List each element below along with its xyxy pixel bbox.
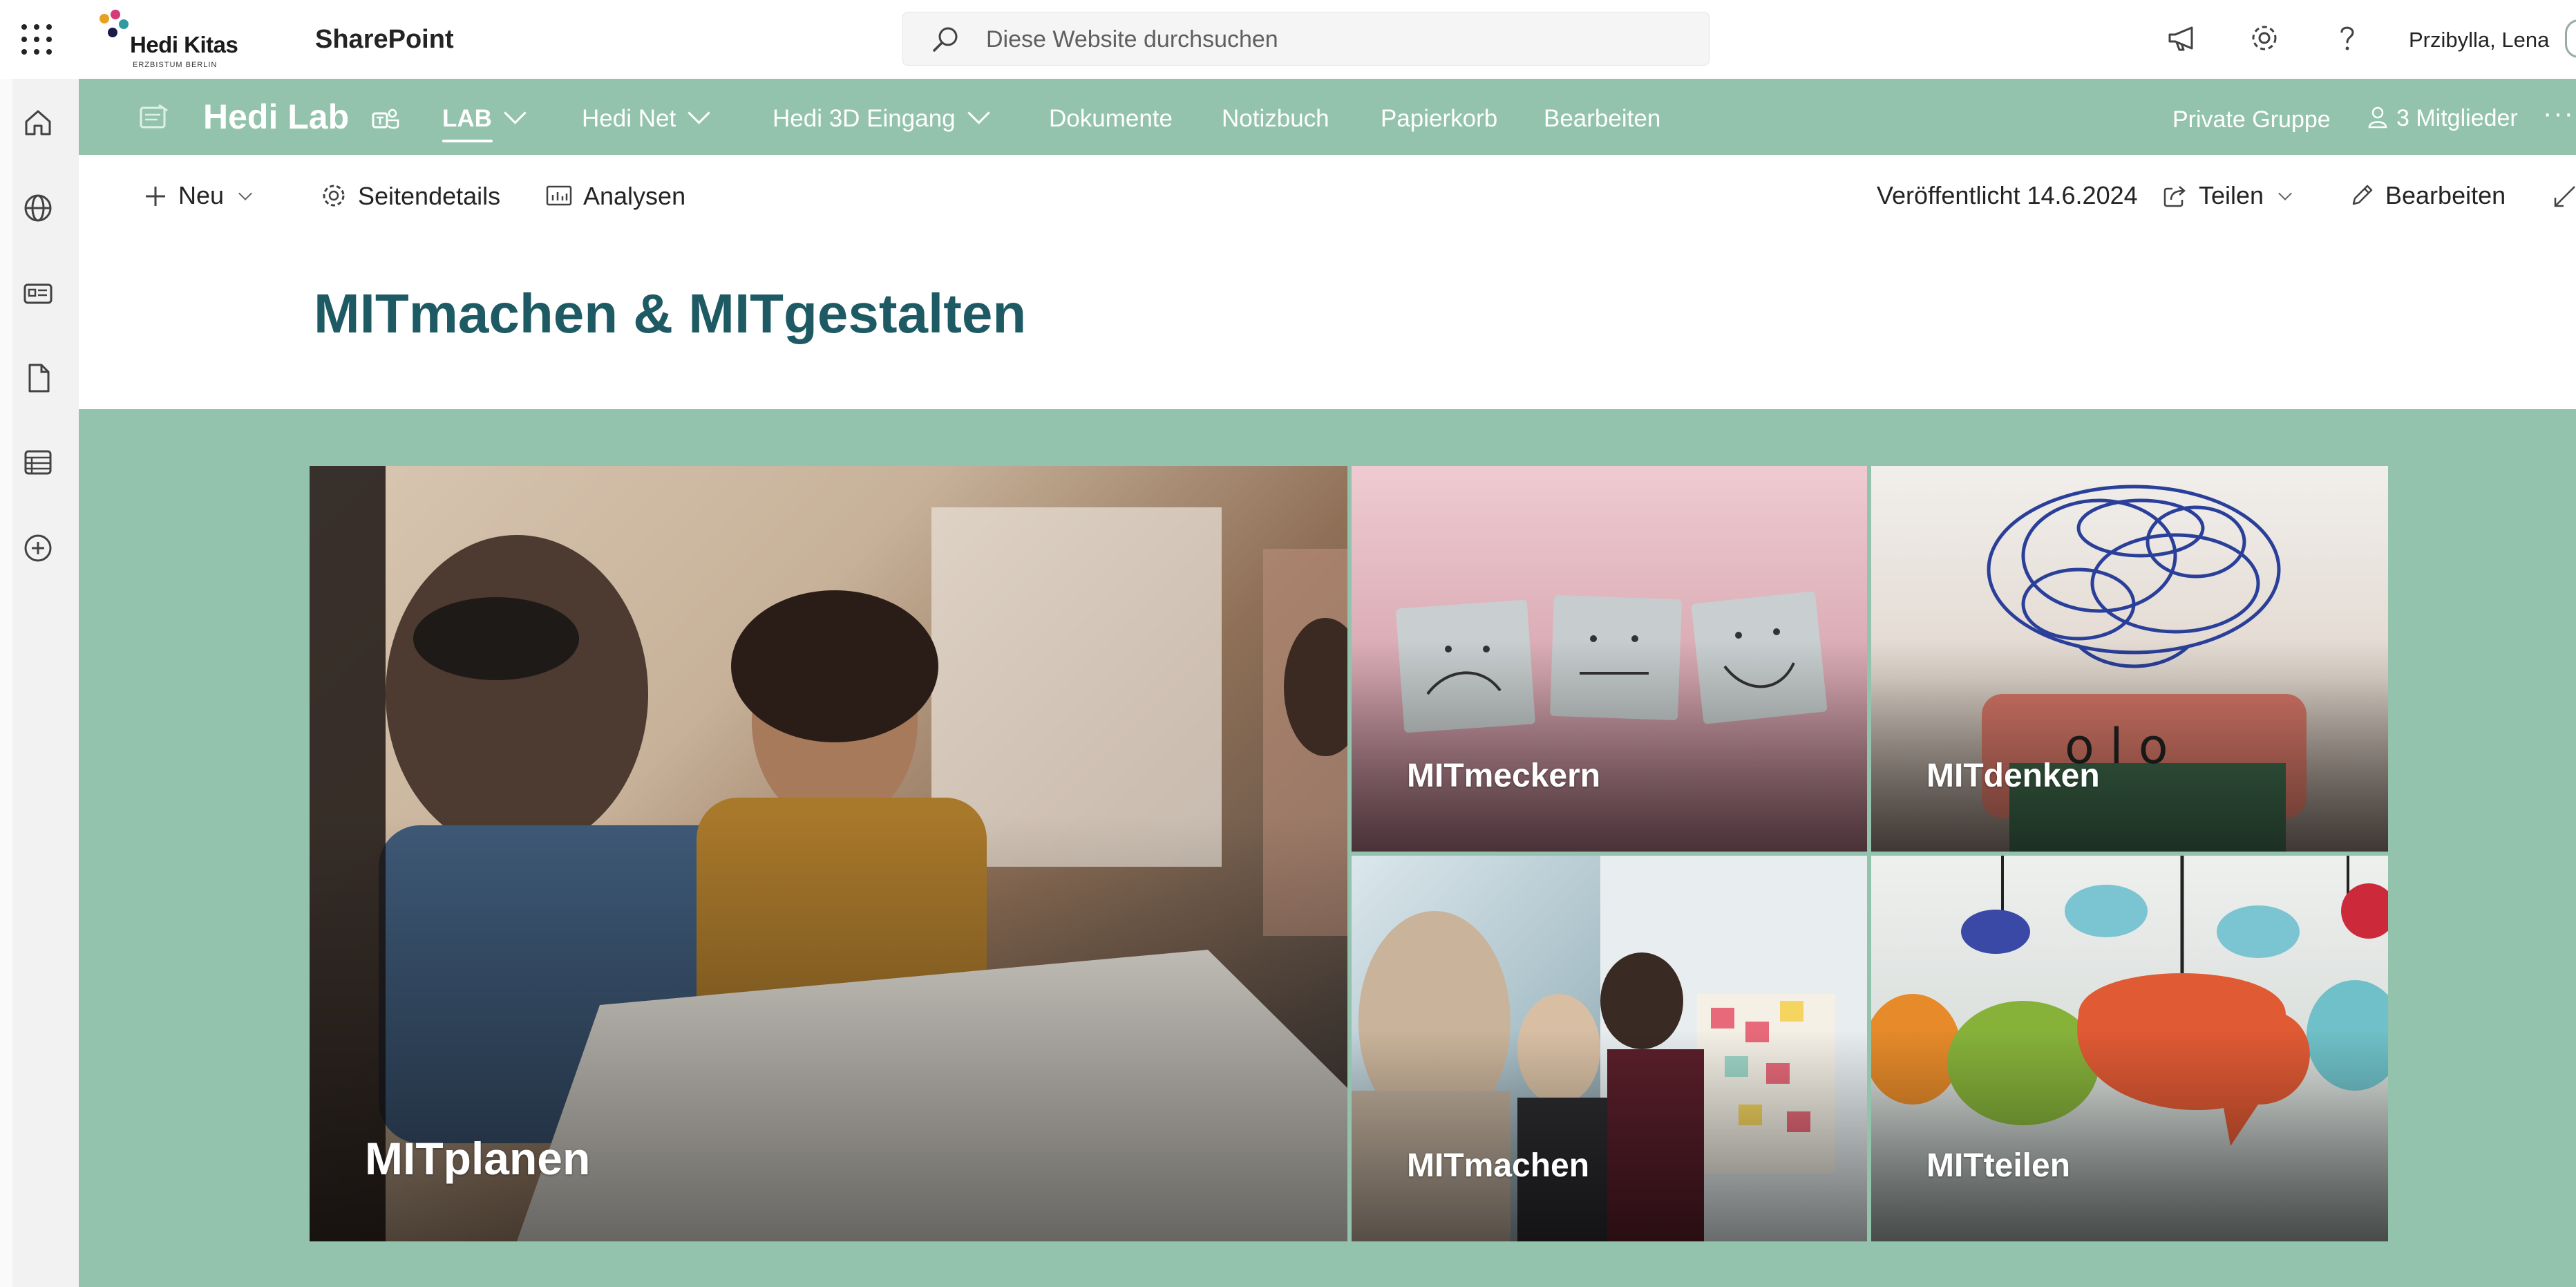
chevron-down-icon: [2278, 187, 2292, 200]
logo-dot-icon: [108, 28, 117, 37]
nav-item-label: Papierkorb: [1381, 105, 1498, 132]
share-button[interactable]: Teilen: [2161, 181, 2292, 210]
news-icon[interactable]: [19, 275, 57, 312]
search-icon: [933, 27, 958, 52]
search-input[interactable]: [985, 22, 1609, 57]
app-launcher-icon[interactable]: [18, 21, 55, 58]
create-plus-icon[interactable]: [19, 529, 57, 567]
nav-item-label: Dokumente: [1049, 105, 1173, 132]
analytics-icon: [546, 185, 572, 206]
user-name[interactable]: Przibylla, Lena: [2409, 28, 2549, 53]
tile-gradient: [310, 466, 1347, 1241]
more-options-icon[interactable]: ···: [2543, 98, 2575, 129]
chevron-down-icon: [967, 102, 990, 124]
nav-item-label: LAB: [442, 105, 492, 132]
nav-item-label: Bearbeiten: [1544, 105, 1661, 132]
search-box[interactable]: [902, 12, 1710, 66]
new-button[interactable]: Neu: [142, 181, 252, 210]
page-details-label: Seitendetails: [358, 182, 501, 210]
logo-dot-icon: [111, 10, 120, 19]
edit-label: Bearbeiten: [2385, 181, 2506, 209]
published-status: Veröffentlicht 14.6.2024: [1877, 181, 2138, 209]
rail-edge: [0, 79, 12, 1287]
site-logo-icon[interactable]: [137, 101, 171, 135]
hero-tile-mitplanen[interactable]: MITplanen: [310, 466, 1347, 1241]
gear-icon: [323, 185, 345, 207]
hero-tile-mitmeckern[interactable]: MITmeckern: [1352, 466, 1867, 852]
globe-icon[interactable]: [19, 189, 57, 227]
tile-label: MITdenken: [1926, 758, 2100, 794]
nav-item-dokumente[interactable]: Dokumente: [1049, 105, 1173, 133]
pencil-icon: [2352, 185, 2373, 205]
megaphone-icon[interactable]: [2164, 19, 2201, 57]
chevron-down-icon: [504, 102, 527, 124]
site-title[interactable]: Hedi Lab: [203, 97, 349, 137]
nav-item-bearbeiten[interactable]: Bearbeiten: [1544, 105, 1660, 133]
chevron-down-icon: [238, 187, 252, 200]
home-icon[interactable]: [19, 104, 57, 141]
members-button[interactable]: 3 Mitglieder: [2366, 105, 2518, 132]
help-icon[interactable]: [2329, 19, 2366, 57]
hero-tile-mitdenken[interactable]: o l o MITdenken: [1871, 466, 2388, 852]
members-label: 3 Mitglieder: [2396, 105, 2518, 131]
new-label: Neu: [178, 181, 225, 209]
nav-item-label: Notizbuch: [1222, 105, 1329, 132]
logo-dot-icon: [119, 19, 129, 29]
nav-item-lab[interactable]: LAB: [442, 102, 527, 142]
hero-tile-mitteilen[interactable]: MITteilen: [1871, 856, 2388, 1241]
page-title: MITmachen & MITgestalten: [314, 283, 1027, 344]
nav-item-papierkorb[interactable]: Papierkorb: [1381, 105, 1497, 133]
nav-item-hedi-net[interactable]: Hedi Net: [582, 102, 710, 133]
tile-label: MITplanen: [365, 1133, 591, 1184]
logo-dot-icon: [100, 14, 109, 24]
nav-item-label: Hedi Net: [582, 105, 676, 132]
person-icon: [2368, 106, 2387, 129]
expand-icon[interactable]: [2550, 181, 2576, 212]
plus-icon: [146, 187, 165, 206]
settings-gear-icon[interactable]: [2246, 19, 2283, 57]
tile-label: MITmeckern: [1407, 758, 1601, 794]
teams-icon[interactable]: [370, 106, 401, 134]
page-details-button[interactable]: Seitendetails: [319, 181, 500, 211]
nav-item-label: Hedi 3D Eingang: [773, 105, 956, 132]
privacy-label: Private Gruppe: [2172, 106, 2331, 133]
tile-label: MITteilen: [1926, 1147, 2071, 1184]
nav-item-hedi-3d-eingang[interactable]: Hedi 3D Eingang: [773, 102, 990, 133]
document-icon[interactable]: [19, 359, 57, 397]
share-label: Teilen: [2199, 181, 2264, 209]
list-icon[interactable]: [19, 444, 57, 481]
edit-button[interactable]: Bearbeiten: [2348, 181, 2506, 210]
app-name[interactable]: SharePoint: [315, 25, 454, 55]
org-logo[interactable]: Hedi Kitas ERZBISTUM BERLIN: [97, 8, 263, 73]
nav-item-notizbuch[interactable]: Notizbuch: [1222, 105, 1329, 133]
hero-tile-mitmachen[interactable]: MITmachen: [1352, 856, 1867, 1241]
share-icon: [2163, 186, 2186, 207]
analytics-label: Analysen: [583, 182, 686, 210]
tile-label: MITmachen: [1407, 1147, 1590, 1184]
org-subtitle: ERZBISTUM BERLIN: [133, 61, 218, 69]
chevron-down-icon: [688, 102, 710, 124]
org-name: Hedi Kitas: [130, 32, 238, 57]
analytics-button[interactable]: Analysen: [544, 181, 685, 211]
